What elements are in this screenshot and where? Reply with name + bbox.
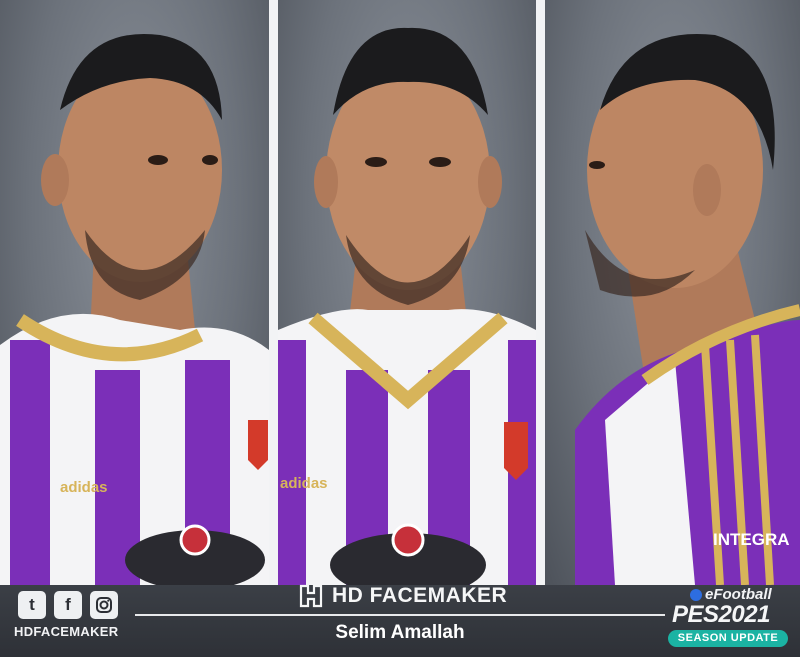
svg-text:adidas: adidas	[280, 475, 328, 492]
panel-divider	[269, 0, 278, 585]
facebook-icon[interactable]: f	[54, 591, 82, 619]
portrait-panel-profile: INTEGRA	[545, 0, 800, 585]
brand: HD FACEMAKER	[298, 581, 548, 611]
brand-name: HD FACEMAKER	[332, 584, 508, 607]
instagram-icon[interactable]	[90, 591, 118, 619]
game-title: PES2021	[672, 601, 770, 628]
panel-divider	[536, 0, 545, 585]
portrait-panel-front: adidas	[278, 0, 536, 585]
footer-divider	[135, 614, 665, 616]
svg-text:INTEGRA: INTEGRA	[713, 530, 790, 549]
portrait-panel-left: adidas	[0, 0, 269, 585]
twitter-icon[interactable]: t	[18, 591, 46, 619]
pes-logo: eFootball PES2021 SEASON UPDATE	[668, 586, 796, 652]
svg-text:adidas: adidas	[60, 479, 108, 496]
player-portrait-three-quarter: adidas	[0, 33, 269, 585]
social-links: t f	[18, 591, 118, 619]
hd-logo-icon	[299, 584, 323, 608]
player-portrait-profile: INTEGRA	[575, 33, 800, 585]
player-name: Selim Amallah	[335, 622, 465, 643]
season-update-badge: SEASON UPDATE	[668, 630, 788, 647]
efootball-icon	[690, 588, 702, 601]
social-handle: HDFACEMAKER	[14, 624, 119, 639]
player-portrait-front: adidas	[278, 27, 536, 585]
facemaker-preview: adidas adidas INTEGRA t f HDFACEMAKER HD…	[0, 0, 800, 657]
